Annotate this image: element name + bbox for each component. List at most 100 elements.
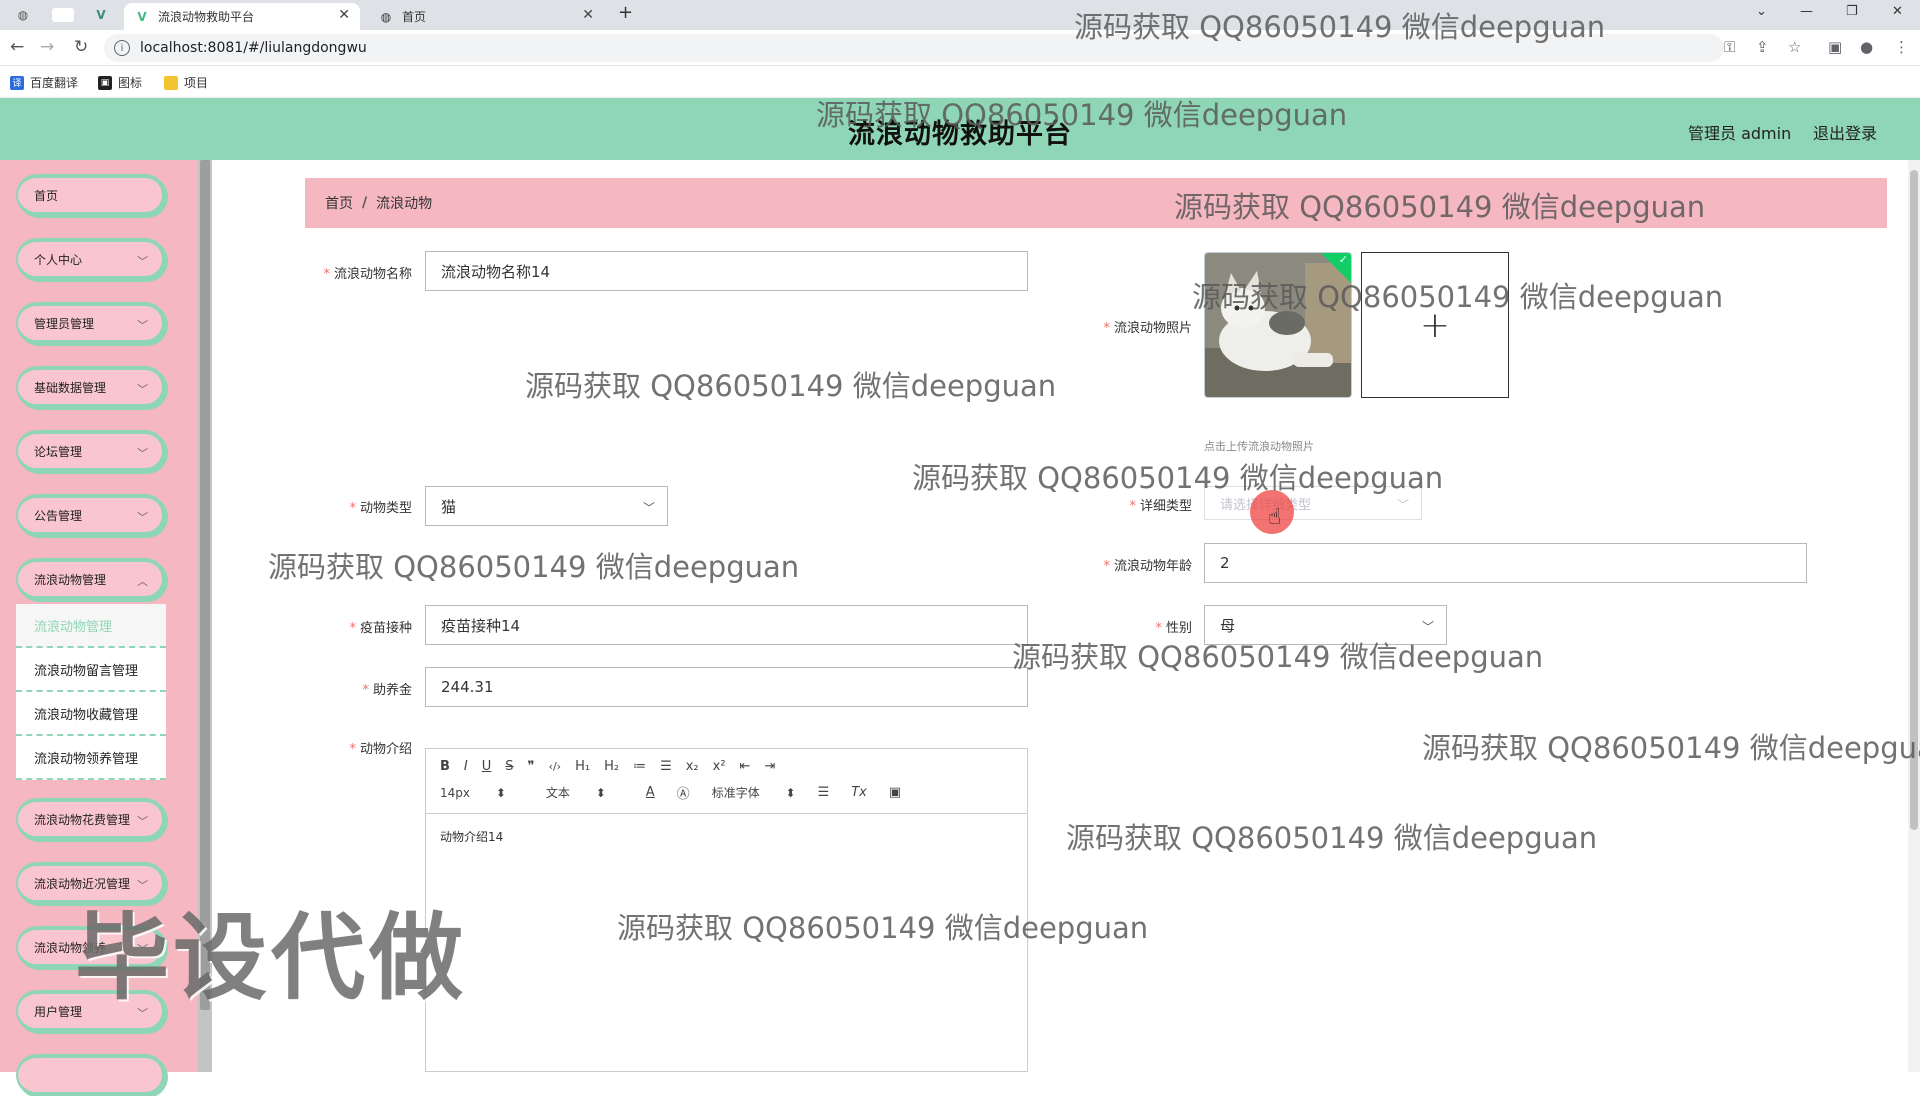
sidebar-item-forum[interactable]: 论坛管理 ﹀	[16, 430, 166, 472]
image-icon[interactable]: ▣	[889, 785, 901, 800]
sidebar-item-profile[interactable]: 个人中心 ﹀	[16, 238, 166, 280]
photo-label: * 流浪动物照片	[1103, 321, 1192, 336]
app-header: 流浪动物救助平台 管理员 admin 退出登录	[0, 98, 1920, 160]
editor-toolbar-row2: 14px ⬍ 文本 ⬍ A Ⓐ 标准字体 ⬍ ☰ Tx ▣	[440, 783, 923, 802]
url-input[interactable]: i localhost:8081/#/liulangdongwu	[104, 34, 1724, 62]
sidebar-item-expense[interactable]: 流浪动物花费管理 ﹀	[16, 798, 166, 840]
tab-home[interactable]: ◍ 首页 ✕	[368, 3, 604, 30]
align-icon[interactable]: ☰	[818, 785, 830, 800]
blank-tab-icon[interactable]	[52, 8, 74, 22]
format-select[interactable]: 文本 ⬍	[546, 784, 606, 801]
editor-content[interactable]: 动物介绍14	[426, 813, 1027, 1071]
profile-icon[interactable]: ●	[1860, 38, 1873, 56]
tab-title: 流浪动物救助平台	[158, 10, 255, 24]
sidebar-item-notice[interactable]: 公告管理 ﹀	[16, 494, 166, 536]
reload-icon[interactable]: ↻	[74, 37, 88, 57]
bg-color-icon[interactable]: Ⓐ	[677, 783, 690, 802]
folder-icon	[164, 75, 178, 90]
chevron-down-icon: ﹀	[137, 815, 148, 828]
translate-icon: 译	[10, 75, 24, 90]
chevron-down-icon: ﹀	[1421, 620, 1434, 634]
superscript-icon[interactable]: x²	[713, 759, 726, 774]
bold-icon[interactable]: B	[440, 759, 450, 774]
url-text: localhost:8081/#/liulangdongwu	[140, 40, 367, 56]
forward-icon[interactable]: →	[40, 37, 54, 57]
sidebar-item-admin[interactable]: 管理员管理 ﹀	[16, 302, 166, 344]
watermark: 源码获取 QQ86050149 微信deepguan	[525, 369, 1057, 403]
vaccine-label: * 疫苗接种	[349, 621, 412, 636]
ordered-list-icon[interactable]: ≔	[633, 759, 646, 774]
sidebar-item-more[interactable]	[16, 1054, 166, 1096]
vue-icon: V	[137, 9, 147, 24]
globe-icon: ◍	[380, 9, 392, 24]
code-icon[interactable]: ‹/›	[549, 760, 562, 773]
vue-icon[interactable]: V	[92, 6, 110, 24]
sidebar-item-animals[interactable]: 流浪动物管理 ︿	[16, 558, 166, 600]
globe-icon[interactable]: ◍	[14, 6, 32, 24]
submenu-item-adoptions[interactable]: 流浪动物领养管理	[16, 736, 166, 780]
name-input[interactable]: 流浪动物名称14	[425, 251, 1028, 291]
share-icon[interactable]: ⇪	[1756, 38, 1769, 56]
breadcrumb-separator: /	[362, 195, 368, 211]
chevron-down-icon: ﹀	[137, 383, 148, 396]
restore-icon[interactable]: ❐	[1846, 4, 1858, 19]
h2-icon[interactable]: H₂	[604, 759, 619, 774]
close-icon[interactable]: ✕	[582, 7, 594, 23]
app-title: 流浪动物救助平台	[848, 119, 1072, 150]
detail-type-select[interactable]: 请选择详细类型﹀	[1204, 486, 1422, 520]
type-select[interactable]: 猫 ﹀	[425, 486, 668, 526]
watermark: 源码获取 QQ86050149 微信deepguan	[1066, 821, 1598, 855]
submenu-item-favorites[interactable]: 流浪动物收藏管理	[16, 692, 166, 736]
bullet-list-icon[interactable]: ☰	[660, 759, 672, 774]
indent-icon[interactable]: ⇥	[764, 759, 775, 774]
name-label: * 流浪动物名称	[323, 267, 412, 282]
age-label: * 流浪动物年龄	[1103, 559, 1192, 574]
italic-icon[interactable]: I	[464, 759, 468, 774]
cat-photo	[1205, 253, 1351, 397]
size-select[interactable]: 14px ⬍	[440, 786, 506, 800]
subscript-icon[interactable]: x₂	[686, 759, 699, 774]
sidepanel-icon[interactable]: ▣	[1828, 38, 1842, 56]
new-tab-icon[interactable]: +	[618, 2, 633, 23]
breadcrumb-current: 流浪动物	[376, 196, 433, 212]
chevron-down-icon[interactable]: ⌄	[1756, 4, 1767, 19]
close-window-icon[interactable]: ✕	[1892, 4, 1903, 19]
vaccine-input[interactable]: 疫苗接种14	[425, 605, 1028, 645]
clear-format-icon[interactable]: Tx	[851, 785, 867, 800]
h1-icon[interactable]: H₁	[575, 759, 590, 774]
fund-label: * 助养金	[362, 683, 412, 698]
gender-select[interactable]: 母 ﹀	[1204, 605, 1447, 645]
submenu-item-animals[interactable]: 流浪动物管理	[16, 604, 166, 648]
font-select[interactable]: 标准字体 ⬍	[712, 784, 796, 801]
outdent-icon[interactable]: ⇤	[740, 759, 751, 774]
star-icon[interactable]: ☆	[1788, 38, 1801, 56]
tab-title: 首页	[402, 10, 427, 24]
logout-link[interactable]: 退出登录	[1813, 120, 1877, 144]
minimize-icon[interactable]: —	[1800, 4, 1813, 19]
upload-tip: 点击上传流浪动物照片	[1204, 440, 1314, 453]
info-icon[interactable]: i	[114, 40, 130, 56]
breadcrumb-home[interactable]: 首页	[325, 193, 353, 213]
fund-input[interactable]: 244.31	[425, 667, 1028, 707]
browser-tab-bar: ◍ V V 流浪动物救助平台 ✕ ◍ 首页 ✕ + ⌄ — ❐ ✕	[0, 0, 1920, 30]
quote-icon[interactable]: ❞	[528, 759, 535, 774]
page-scrollbar[interactable]	[1908, 160, 1920, 1072]
key-icon[interactable]: ⚿	[1724, 38, 1735, 56]
chevron-up-icon: ︿	[137, 575, 148, 588]
more-icon[interactable]: ⋮	[1894, 38, 1909, 56]
bookmark-item[interactable]: 译 百度翻译	[10, 74, 78, 91]
close-icon[interactable]: ✕	[338, 7, 350, 23]
bookmark-item[interactable]: ▣ 图标	[98, 74, 142, 91]
sidebar-item-basedata[interactable]: 基础数据管理 ﹀	[16, 366, 166, 408]
submenu-item-messages[interactable]: 流浪动物留言管理	[16, 648, 166, 692]
age-input[interactable]: 2	[1204, 543, 1807, 583]
text-color-icon[interactable]: A	[646, 785, 655, 800]
upload-button[interactable]: +	[1361, 252, 1509, 398]
back-icon[interactable]: ←	[10, 37, 24, 57]
bookmark-item[interactable]: 项目	[164, 74, 208, 91]
underline-icon[interactable]: U	[482, 759, 492, 774]
uploaded-photo[interactable]: ✓	[1204, 252, 1352, 398]
tab-active[interactable]: V 流浪动物救助平台 ✕	[124, 3, 360, 30]
sidebar-item-home[interactable]: 首页	[16, 174, 166, 216]
strike-icon[interactable]: S	[505, 759, 513, 774]
